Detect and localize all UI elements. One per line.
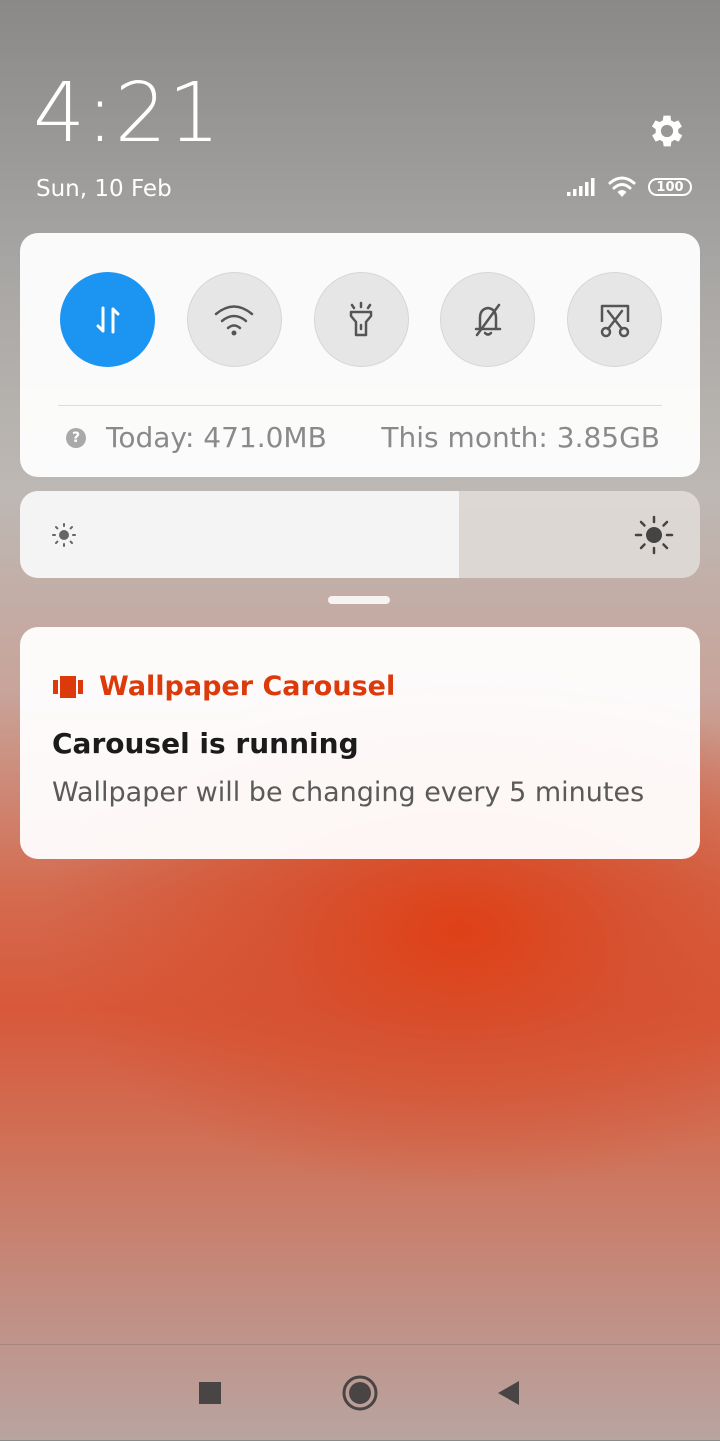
toggle-screenshot[interactable] xyxy=(567,272,662,367)
triangle-back-icon xyxy=(498,1381,519,1405)
notification-app-name: Wallpaper Carousel xyxy=(99,671,396,702)
date-label[interactable]: Sun, 10 Feb xyxy=(36,176,172,202)
brightness-high-icon xyxy=(634,515,674,555)
battery-icon: 100 xyxy=(648,178,692,196)
brightness-low-icon xyxy=(52,523,76,547)
square-icon xyxy=(199,1382,221,1404)
circle-home-icon xyxy=(342,1375,378,1411)
quick-toggles xyxy=(60,272,662,367)
battery-level: 100 xyxy=(656,179,684,195)
toggle-silent[interactable] xyxy=(440,272,536,367)
bell-off-icon xyxy=(474,303,501,336)
recents-button[interactable] xyxy=(188,1371,232,1415)
data-usage-today: Today: 471.0MB xyxy=(106,421,327,454)
quick-settings-panel: ? Today: 471.0MB This month: 3.85GB xyxy=(20,233,700,477)
notification-text: Wallpaper will be changing every 5 minut… xyxy=(52,777,645,808)
toggle-flashlight[interactable] xyxy=(313,272,409,367)
home-button[interactable] xyxy=(338,1371,382,1415)
carousel-app-icon xyxy=(53,675,83,698)
toggle-wifi[interactable] xyxy=(186,272,282,367)
settings-button[interactable] xyxy=(644,108,690,154)
wifi-status-icon xyxy=(608,176,636,197)
brightness-fill xyxy=(20,491,459,578)
data-usage-row[interactable]: ? Today: 471.0MB This month: 3.85GB xyxy=(66,421,660,454)
wifi-icon xyxy=(215,304,254,335)
notification-header: Wallpaper Carousel xyxy=(53,671,395,702)
signal-icon xyxy=(567,178,595,196)
clock-time[interactable]: 4:21 xyxy=(33,66,221,161)
flashlight-icon xyxy=(349,301,373,336)
navigation-bar xyxy=(0,1344,720,1441)
back-button[interactable] xyxy=(486,1371,530,1415)
brightness-slider[interactable] xyxy=(20,491,700,578)
data-usage-month: This month: 3.85GB xyxy=(381,421,660,454)
toggle-mobile-data[interactable] xyxy=(60,272,155,367)
mobile-data-arrows-icon xyxy=(96,306,119,333)
qs-divider xyxy=(58,405,662,406)
status-bar-icons: 100 xyxy=(566,176,692,198)
screenshot-scissors-icon xyxy=(600,304,629,337)
shade-drag-handle[interactable] xyxy=(328,596,390,604)
data-usage-info-icon: ? xyxy=(66,427,86,448)
gear-icon xyxy=(651,115,683,147)
notification-card[interactable]: Wallpaper Carousel Carousel is running W… xyxy=(20,627,700,859)
notification-title: Carousel is running xyxy=(52,727,359,760)
